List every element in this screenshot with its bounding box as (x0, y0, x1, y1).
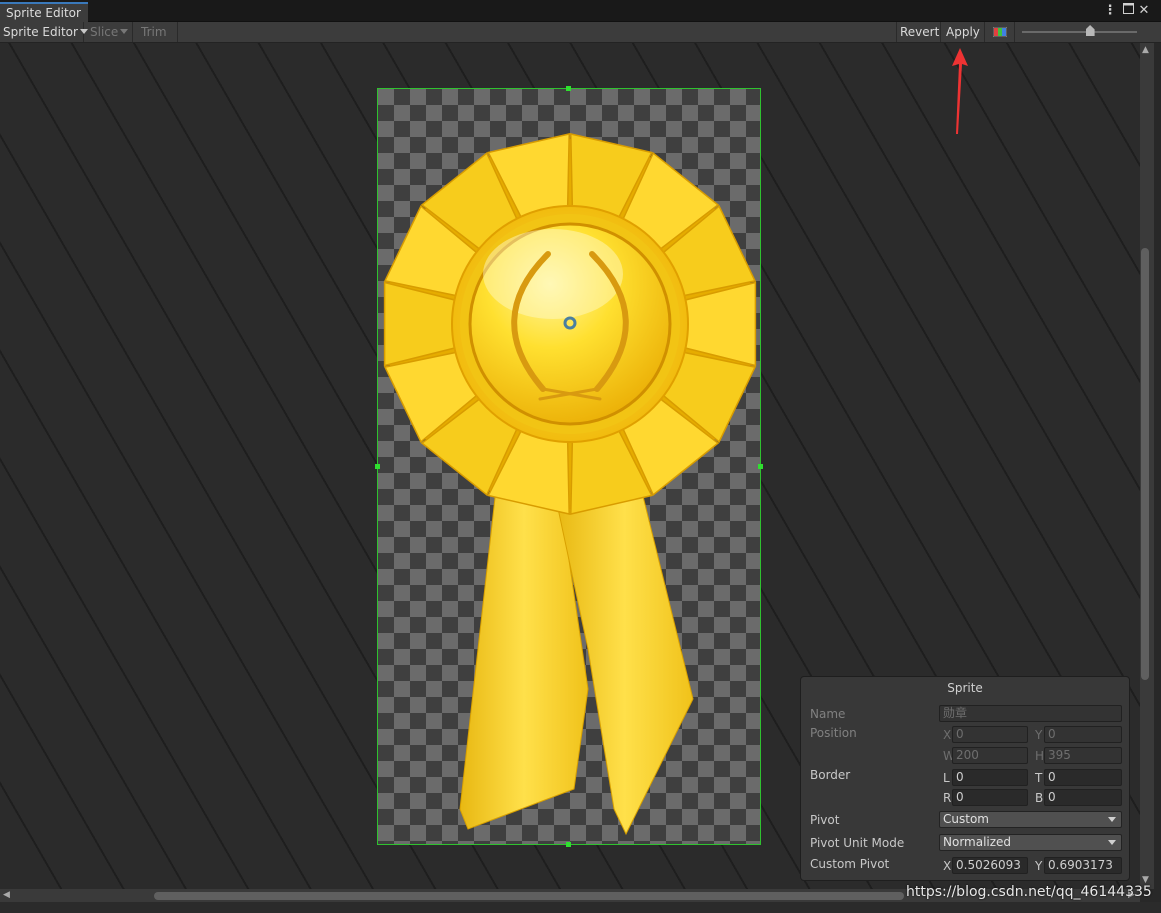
custom-pivot-x-axis: X (943, 859, 952, 873)
resize-handle-left[interactable] (375, 464, 380, 469)
pos-h-axis: H (1035, 749, 1045, 763)
zoom-slider-track (1022, 31, 1137, 33)
custom-pivot-y-field[interactable]: 0.6903173 (1044, 857, 1122, 874)
scroll-up-icon[interactable]: ▲ (1142, 45, 1149, 55)
position-w-field[interactable]: 200 (952, 747, 1028, 764)
vertical-scroll-thumb[interactable] (1141, 248, 1149, 680)
chevron-down-icon (120, 29, 129, 34)
color-channel-button[interactable] (985, 22, 1015, 42)
slice-dropdown[interactable]: Slice (84, 22, 133, 42)
rosette (383, 133, 757, 515)
pivot-unit-mode-dropdown[interactable]: Normalized (939, 834, 1122, 851)
border-t-axis: T (1035, 771, 1043, 785)
pivot-unit-value: Normalized (943, 835, 1012, 849)
zoom-slider[interactable] (1020, 22, 1140, 42)
border-b-field[interactable]: 0 (1044, 789, 1122, 806)
chevron-down-icon (1108, 840, 1116, 845)
pivot-value: Custom (943, 812, 989, 826)
watermark-text: https://blog.csdn.net/qq_46144335 (906, 884, 1152, 900)
custom-pivot-y-axis: Y (1035, 859, 1043, 873)
resize-handle-top[interactable] (566, 86, 571, 91)
trim-button[interactable]: Trim (133, 22, 178, 42)
border-b-axis: B (1035, 791, 1044, 805)
menu-icon[interactable]: ⋮ (1103, 3, 1117, 19)
mode-label: Sprite Editor (3, 25, 78, 39)
custom-pivot-x-field[interactable]: 0.5026093 (952, 857, 1028, 874)
pos-y-axis: Y (1035, 728, 1043, 742)
border-r-axis: R (943, 791, 952, 805)
border-l-field[interactable]: 0 (952, 769, 1028, 786)
color-channel-icon (992, 26, 1008, 38)
position-x-field[interactable]: 0 (952, 726, 1028, 743)
border-t-field[interactable]: 0 (1044, 769, 1122, 786)
window-tab-bar: Sprite Editor ⋮ ✕ (0, 0, 1161, 22)
border-label: Border (810, 768, 851, 782)
medal-sprite (383, 133, 757, 836)
chevron-down-icon (1108, 817, 1116, 822)
position-label: Position (810, 726, 857, 740)
pivot-unit-mode-label: Pivot Unit Mode (810, 836, 905, 850)
border-l-axis: L (943, 771, 950, 785)
close-icon[interactable]: ✕ (1137, 3, 1151, 19)
apply-button[interactable]: Apply (941, 22, 985, 42)
pivot-label: Pivot (810, 813, 840, 827)
tab-sprite-editor[interactable]: Sprite Editor (0, 2, 88, 22)
annotation-arrow-icon (952, 48, 968, 134)
slice-label: Slice (90, 25, 119, 39)
mode-dropdown[interactable]: Sprite Editor (0, 22, 88, 42)
sprite-rect[interactable] (375, 86, 763, 847)
custom-pivot-label: Custom Pivot (810, 857, 890, 871)
maximize-icon[interactable] (1121, 3, 1135, 19)
scroll-left-icon[interactable]: ◀ (3, 890, 10, 900)
sprite-inspector-panel: Sprite Name 勋章 Position X 0 Y 0 W 200 H … (800, 676, 1130, 881)
revert-button[interactable]: Revert (896, 22, 941, 42)
resize-handle-bottom[interactable] (566, 842, 571, 847)
border-r-field[interactable]: 0 (952, 789, 1028, 806)
panel-title: Sprite (947, 681, 983, 695)
zoom-slider-icon[interactable] (1085, 25, 1095, 36)
resize-handle-right[interactable] (758, 464, 763, 469)
position-h-field[interactable]: 395 (1044, 747, 1122, 764)
pivot-dropdown[interactable]: Custom (939, 811, 1122, 828)
window-bottom-edge (0, 902, 1161, 913)
sprite-editor-toolbar: Sprite Editor Slice Trim Revert Apply (0, 22, 1161, 43)
name-label: Name (810, 707, 846, 721)
position-y-field[interactable]: 0 (1044, 726, 1122, 743)
name-field[interactable]: 勋章 (939, 705, 1122, 722)
tab-title: Sprite Editor (6, 6, 81, 20)
pos-x-axis: X (943, 728, 952, 742)
horizontal-scroll-thumb[interactable] (154, 892, 904, 900)
